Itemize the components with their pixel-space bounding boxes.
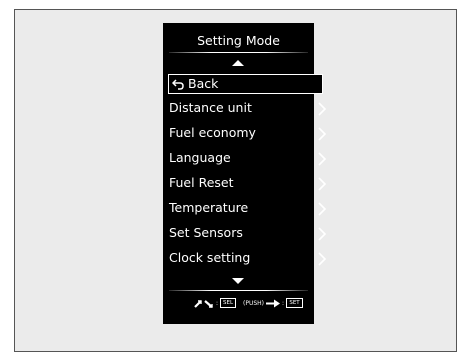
menu-item-label: Set Sensors <box>169 225 243 240</box>
menu-item-label: Language <box>169 150 231 165</box>
menu-item-temperature[interactable]: Temperature <box>169 198 327 220</box>
menu-item-label: Temperature <box>169 200 249 215</box>
chevron-right-icon <box>318 102 327 116</box>
back-button[interactable]: Back <box>168 74 323 94</box>
sel-tag: SEL <box>220 298 236 308</box>
menu-item-label: Clock setting <box>169 250 251 265</box>
chevron-right-icon <box>318 252 327 266</box>
control-legend: : SEL (PUSH) : SET <box>163 297 314 311</box>
menu-item-set-sensors[interactable]: Set Sensors <box>169 223 327 245</box>
set-tag: SET <box>286 298 303 308</box>
chevron-right-icon <box>318 127 327 141</box>
title-divider <box>169 52 308 53</box>
bottom-divider <box>169 290 308 291</box>
legend-colon: : <box>216 300 219 307</box>
chevron-right-icon <box>318 177 327 191</box>
menu-item-label: Distance unit <box>169 100 252 115</box>
chevron-right-icon <box>318 202 327 216</box>
back-label: Back <box>188 76 219 91</box>
menu-item-label: Fuel economy <box>169 125 256 140</box>
menu-item-distance-unit[interactable]: Distance unit <box>169 98 327 120</box>
menu-item-label: Fuel Reset <box>169 175 234 190</box>
instrument-display: Setting Mode Back Distance unit Fuel eco… <box>163 23 327 324</box>
back-arrow-icon <box>172 79 184 90</box>
menu-item-language[interactable]: Language <box>169 148 327 170</box>
arrow-down-icon[interactable] <box>232 278 244 284</box>
menu-item-clock-setting[interactable]: Clock setting <box>169 248 327 270</box>
rotate-knob-icon <box>194 300 213 308</box>
screen-title: Setting Mode <box>197 33 280 48</box>
menu-item-fuel-economy[interactable]: Fuel economy <box>169 123 327 145</box>
push-label: (PUSH) <box>243 300 265 307</box>
push-arrow-icon <box>266 299 280 308</box>
legend-colon: : <box>282 300 285 307</box>
chevron-right-icon <box>318 227 327 241</box>
menu-item-fuel-reset[interactable]: Fuel Reset <box>169 173 327 195</box>
chevron-right-icon <box>318 152 327 166</box>
arrow-up-icon[interactable] <box>232 60 244 66</box>
